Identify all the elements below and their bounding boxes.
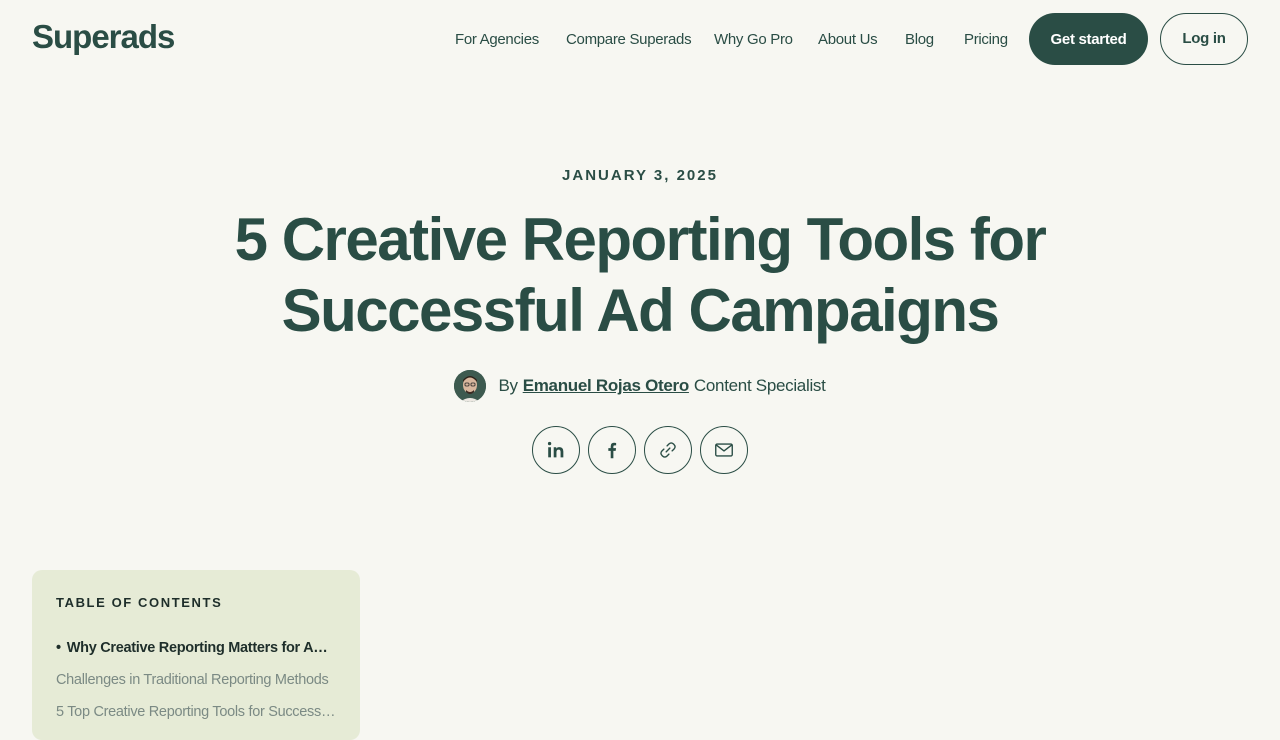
site-header: Superads For Agencies Compare Superads W… <box>0 0 1280 80</box>
share-buttons <box>532 426 748 474</box>
toc-item-why-creative-reporting[interactable]: Why Creative Reporting Matters for Ad Ca… <box>56 632 336 664</box>
author-link[interactable]: Emanuel Rojas Otero <box>523 376 690 396</box>
nav-about-us[interactable]: About Us <box>818 31 878 48</box>
author-avatar <box>454 370 487 402</box>
article-date: JANUARY 3, 2025 <box>562 167 718 184</box>
nav-for-agencies[interactable]: For Agencies <box>455 31 539 48</box>
link-icon <box>660 442 676 458</box>
author-role: Content Specialist <box>693 376 826 395</box>
article-byline: By Emanuel Rojas Otero Content Specialis… <box>0 370 1280 402</box>
mail-icon <box>715 443 733 457</box>
linkedin-icon <box>547 441 564 458</box>
nav-compare-superads[interactable]: Compare Superads <box>566 31 692 48</box>
share-facebook-button[interactable] <box>588 426 636 474</box>
superads-logo[interactable]: Superads <box>32 18 175 56</box>
facebook-icon <box>608 442 617 459</box>
toc-item-top-tools[interactable]: 5 Top Creative Reporting Tools for Succe… <box>56 696 336 728</box>
nav-pricing[interactable]: Pricing <box>964 31 1008 48</box>
copy-link-button[interactable] <box>644 426 692 474</box>
get-started-button[interactable]: Get started <box>1029 13 1148 65</box>
byline-prefix: By <box>498 376 518 395</box>
nav-why-go-pro[interactable]: Why Go Pro <box>714 31 793 48</box>
table-of-contents: TABLE OF CONTENTS Why Creative Reporting… <box>32 570 360 740</box>
article-title: 5 Creative Reporting Tools for Successfu… <box>234 206 1047 344</box>
nav-blog[interactable]: Blog <box>905 31 934 48</box>
share-email-button[interactable] <box>700 426 748 474</box>
share-linkedin-button[interactable] <box>532 426 580 474</box>
toc-item-challenges[interactable]: Challenges in Traditional Reporting Meth… <box>56 664 336 696</box>
log-in-button[interactable]: Log in <box>1160 13 1248 65</box>
toc-heading: TABLE OF CONTENTS <box>56 595 223 610</box>
